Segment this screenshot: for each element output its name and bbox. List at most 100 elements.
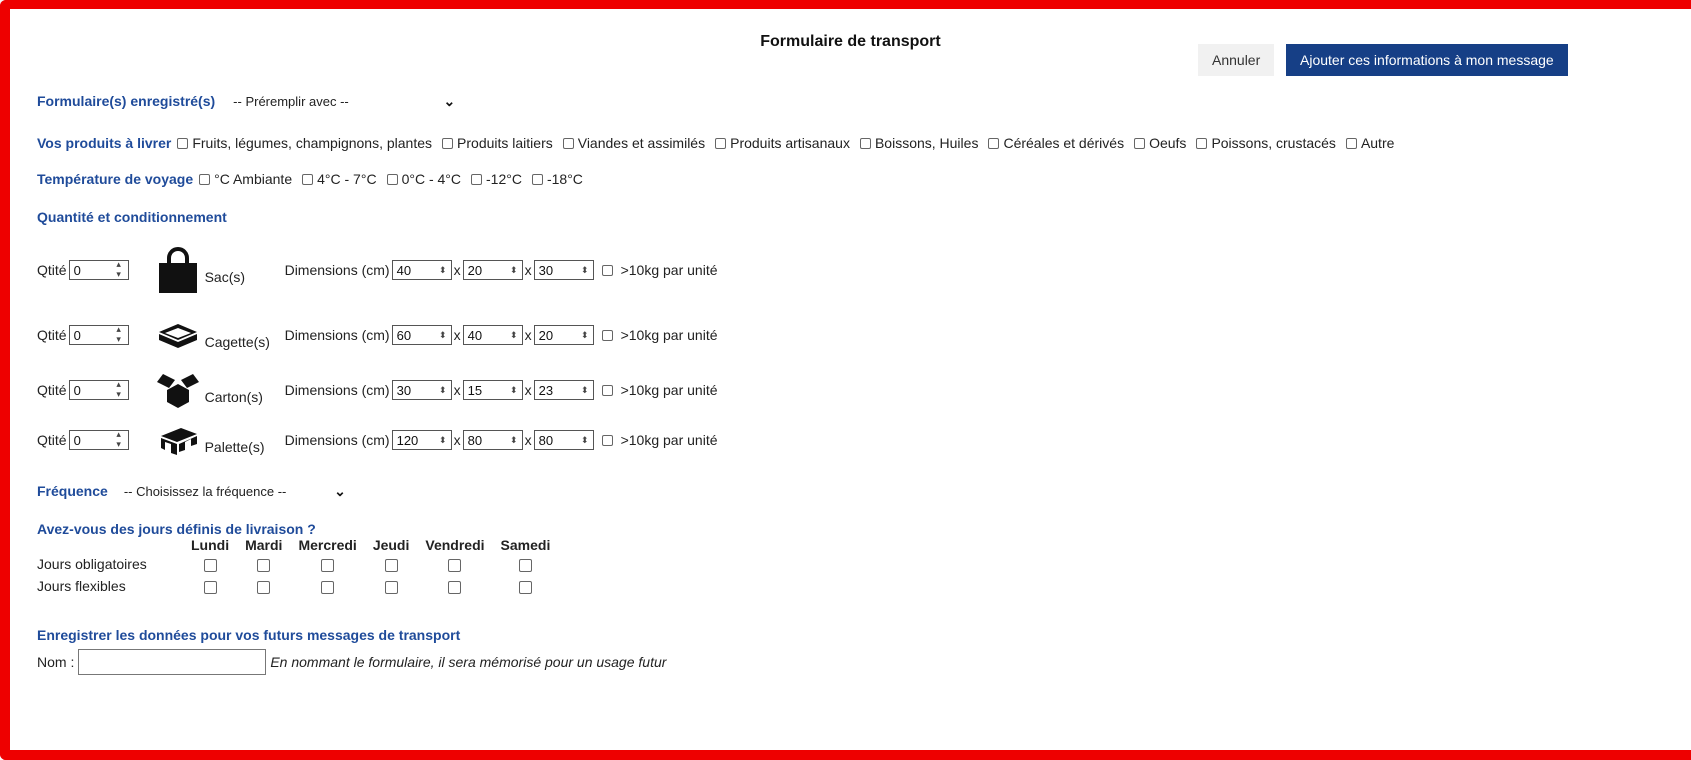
spinner-icon[interactable]: ▴▾ (115, 430, 125, 450)
qty-stepper[interactable]: 0 ▴▾ (68, 430, 129, 450)
dimension-stepper[interactable]: 30 ⬍ (533, 260, 594, 280)
qty-stepper[interactable]: 0 ▴▾ (68, 260, 129, 280)
day-cell (493, 553, 559, 575)
spinner-icon[interactable]: ⬍ (510, 385, 518, 395)
spinner-icon[interactable]: ⬍ (439, 330, 447, 340)
day-checkbox[interactable] (384, 580, 398, 594)
dimension-stepper[interactable]: 20 ⬍ (462, 260, 523, 280)
spinner-icon[interactable]: ⬍ (439, 385, 447, 395)
frequency-select[interactable]: -- Choisissez la fréquence -- ⌄ (115, 479, 354, 503)
delivery-days-section: Avez-vous des jours définis de livraison… (37, 521, 316, 537)
product-option[interactable]: Autre (1345, 135, 1394, 151)
dimension-value: 120 (396, 432, 419, 448)
dimensions-label: Dimensions (cm) (284, 262, 390, 278)
spinner-icon[interactable]: ⬍ (510, 435, 518, 445)
day-checkbox[interactable] (448, 580, 462, 594)
checkbox[interactable] (1196, 137, 1208, 149)
checkbox[interactable] (988, 137, 1000, 149)
day-checkbox[interactable] (257, 558, 271, 572)
day-checkbox[interactable] (203, 580, 217, 594)
dimension-stepper[interactable]: 23 ⬍ (533, 380, 594, 400)
chevron-down-icon: ⌄ (443, 92, 456, 109)
product-option[interactable]: Produits laitiers (442, 135, 553, 151)
checkbox[interactable] (442, 137, 454, 149)
product-option[interactable]: Viandes et assimilés (562, 135, 705, 151)
checkbox[interactable] (601, 384, 613, 396)
temperature-option[interactable]: 0°C - 4°C (386, 171, 461, 187)
dimension-stepper[interactable]: 40 ⬍ (391, 260, 452, 280)
temperature-option-label: 4°C - 7°C (317, 171, 377, 187)
spinner-icon[interactable]: ⬍ (581, 265, 589, 275)
dimension-stepper[interactable]: 60 ⬍ (391, 325, 452, 345)
checkbox[interactable] (471, 173, 482, 185)
spinner-icon[interactable]: ▴▾ (115, 380, 125, 400)
product-option[interactable]: Boissons, Huiles (859, 135, 979, 151)
checkbox[interactable] (531, 173, 543, 185)
dimension-stepper[interactable]: 20 ⬍ (533, 325, 594, 345)
dimension-stepper[interactable]: 15 ⬍ (462, 380, 523, 400)
spinner-icon[interactable]: ⬍ (510, 330, 518, 340)
checkbox[interactable] (562, 137, 574, 149)
dimension-stepper[interactable]: 80 ⬍ (533, 430, 594, 450)
dimension-stepper[interactable]: 30 ⬍ (391, 380, 452, 400)
quantity-row: Qtité 0 ▴▾ Palette(s) Dimensions (cm) 120 ⬍ x 80… (37, 414, 728, 466)
checkbox[interactable] (1345, 137, 1357, 149)
quantity-row: Qtité 0 ▴▾ Carton(s) Dimensions (cm) 30 ⬍ x 15 ⬍ x… (37, 364, 728, 416)
day-checkbox[interactable] (384, 558, 398, 572)
product-option[interactable]: Oeufs (1134, 135, 1186, 151)
quantity-section: Quantité et conditionnement (37, 209, 227, 225)
checkbox[interactable] (177, 137, 189, 149)
packaging-type: Carton(s) (204, 389, 263, 405)
spinner-icon[interactable]: ▴▾ (115, 325, 125, 345)
spinner-icon[interactable]: ▴▾ (115, 260, 125, 280)
qty-stepper[interactable]: 0 ▴▾ (68, 325, 129, 345)
qty-stepper[interactable]: 0 ▴▾ (68, 380, 129, 400)
dimension-stepper[interactable]: 40 ⬍ (462, 325, 523, 345)
dimension-stepper[interactable]: 80 ⬍ (462, 430, 523, 450)
spinner-icon[interactable]: ⬍ (581, 435, 589, 445)
dimension-value: 30 (538, 262, 554, 278)
temperature-option[interactable]: -18°C (531, 171, 583, 187)
checkbox[interactable] (715, 137, 727, 149)
dimension-stepper[interactable]: 120 ⬍ (391, 430, 452, 450)
save-label: Enregistrer les données pour vos futurs … (37, 627, 461, 643)
day-checkbox[interactable] (321, 580, 335, 594)
checkbox[interactable] (601, 434, 613, 446)
temperature-option[interactable]: 4°C - 7°C (302, 171, 377, 187)
spinner-icon[interactable]: ⬍ (510, 265, 518, 275)
day-checkbox[interactable] (321, 558, 335, 572)
form-name-input[interactable] (78, 649, 267, 675)
spinner-icon[interactable]: ⬍ (581, 330, 589, 340)
products-label: Vos produits à livrer (37, 135, 172, 151)
checkbox[interactable] (386, 173, 398, 185)
prefill-select[interactable]: -- Préremplir avec -- ⌄ (225, 89, 464, 113)
heavy-option[interactable]: >10kg par unité (601, 432, 718, 448)
checkbox[interactable] (601, 264, 613, 276)
heavy-option[interactable]: >10kg par unité (601, 382, 718, 398)
checkbox[interactable] (199, 173, 211, 185)
product-option[interactable]: Produits artisanaux (715, 135, 850, 151)
day-checkbox[interactable] (448, 558, 462, 572)
spinner-icon[interactable]: ⬍ (439, 265, 447, 275)
heavy-option[interactable]: >10kg par unité (601, 327, 718, 343)
checkbox[interactable] (302, 173, 314, 185)
temperature-option[interactable]: °C Ambiante (199, 171, 292, 187)
day-checkbox[interactable] (518, 580, 532, 594)
cancel-button[interactable]: Annuler (1198, 44, 1275, 76)
day-checkbox[interactable] (203, 558, 217, 572)
heavy-option[interactable]: >10kg par unité (601, 262, 718, 278)
product-option[interactable]: Fruits, légumes, champignons, plantes (177, 135, 432, 151)
add-to-message-button[interactable]: Ajouter ces informations à mon message (1286, 44, 1568, 76)
checkbox[interactable] (601, 329, 613, 341)
spinner-icon[interactable]: ⬍ (581, 385, 589, 395)
day-checkbox[interactable] (518, 558, 532, 572)
temperature-option-label: -12°C (486, 171, 522, 187)
product-option[interactable]: Céréales et dérivés (988, 135, 1124, 151)
temperature-option[interactable]: -12°C (471, 171, 522, 187)
day-checkbox[interactable] (257, 580, 271, 594)
spinner-icon[interactable]: ⬍ (439, 435, 447, 445)
product-option[interactable]: Poissons, crustacés (1196, 135, 1336, 151)
checkbox[interactable] (859, 137, 871, 149)
checkbox[interactable] (1134, 137, 1146, 149)
product-option-label: Boissons, Huiles (874, 135, 979, 151)
